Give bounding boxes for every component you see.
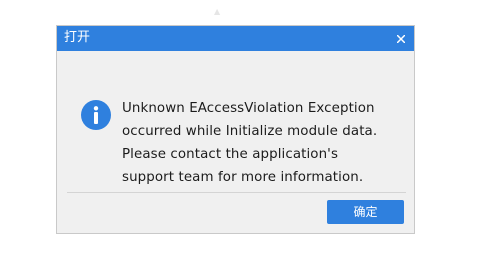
dialog-title: 打开 <box>64 30 91 45</box>
close-button[interactable] <box>388 26 414 51</box>
dialog-message: Unknown EAccessViolation Exception occur… <box>122 97 407 189</box>
info-icon <box>80 99 112 131</box>
dialog-divider <box>67 192 406 193</box>
page: ▲ 打开 Unknown EAccessViolation Exception … <box>0 0 500 260</box>
dialog-content: Unknown EAccessViolation Exception occur… <box>57 51 414 192</box>
background-artifact: ▲ <box>214 7 221 16</box>
dialog-titlebar: 打开 <box>57 26 414 51</box>
message-line: occurred while Initialize module data. <box>122 124 378 139</box>
message-line: Please contact the application's <box>122 147 339 162</box>
ok-button[interactable]: 确定 <box>327 200 404 224</box>
message-line: Unknown EAccessViolation Exception <box>122 101 375 116</box>
message-line: support team for more information. <box>122 170 364 185</box>
message-dialog: 打开 Unknown EAccessViolation Exception oc… <box>56 25 415 234</box>
close-icon <box>397 34 405 43</box>
